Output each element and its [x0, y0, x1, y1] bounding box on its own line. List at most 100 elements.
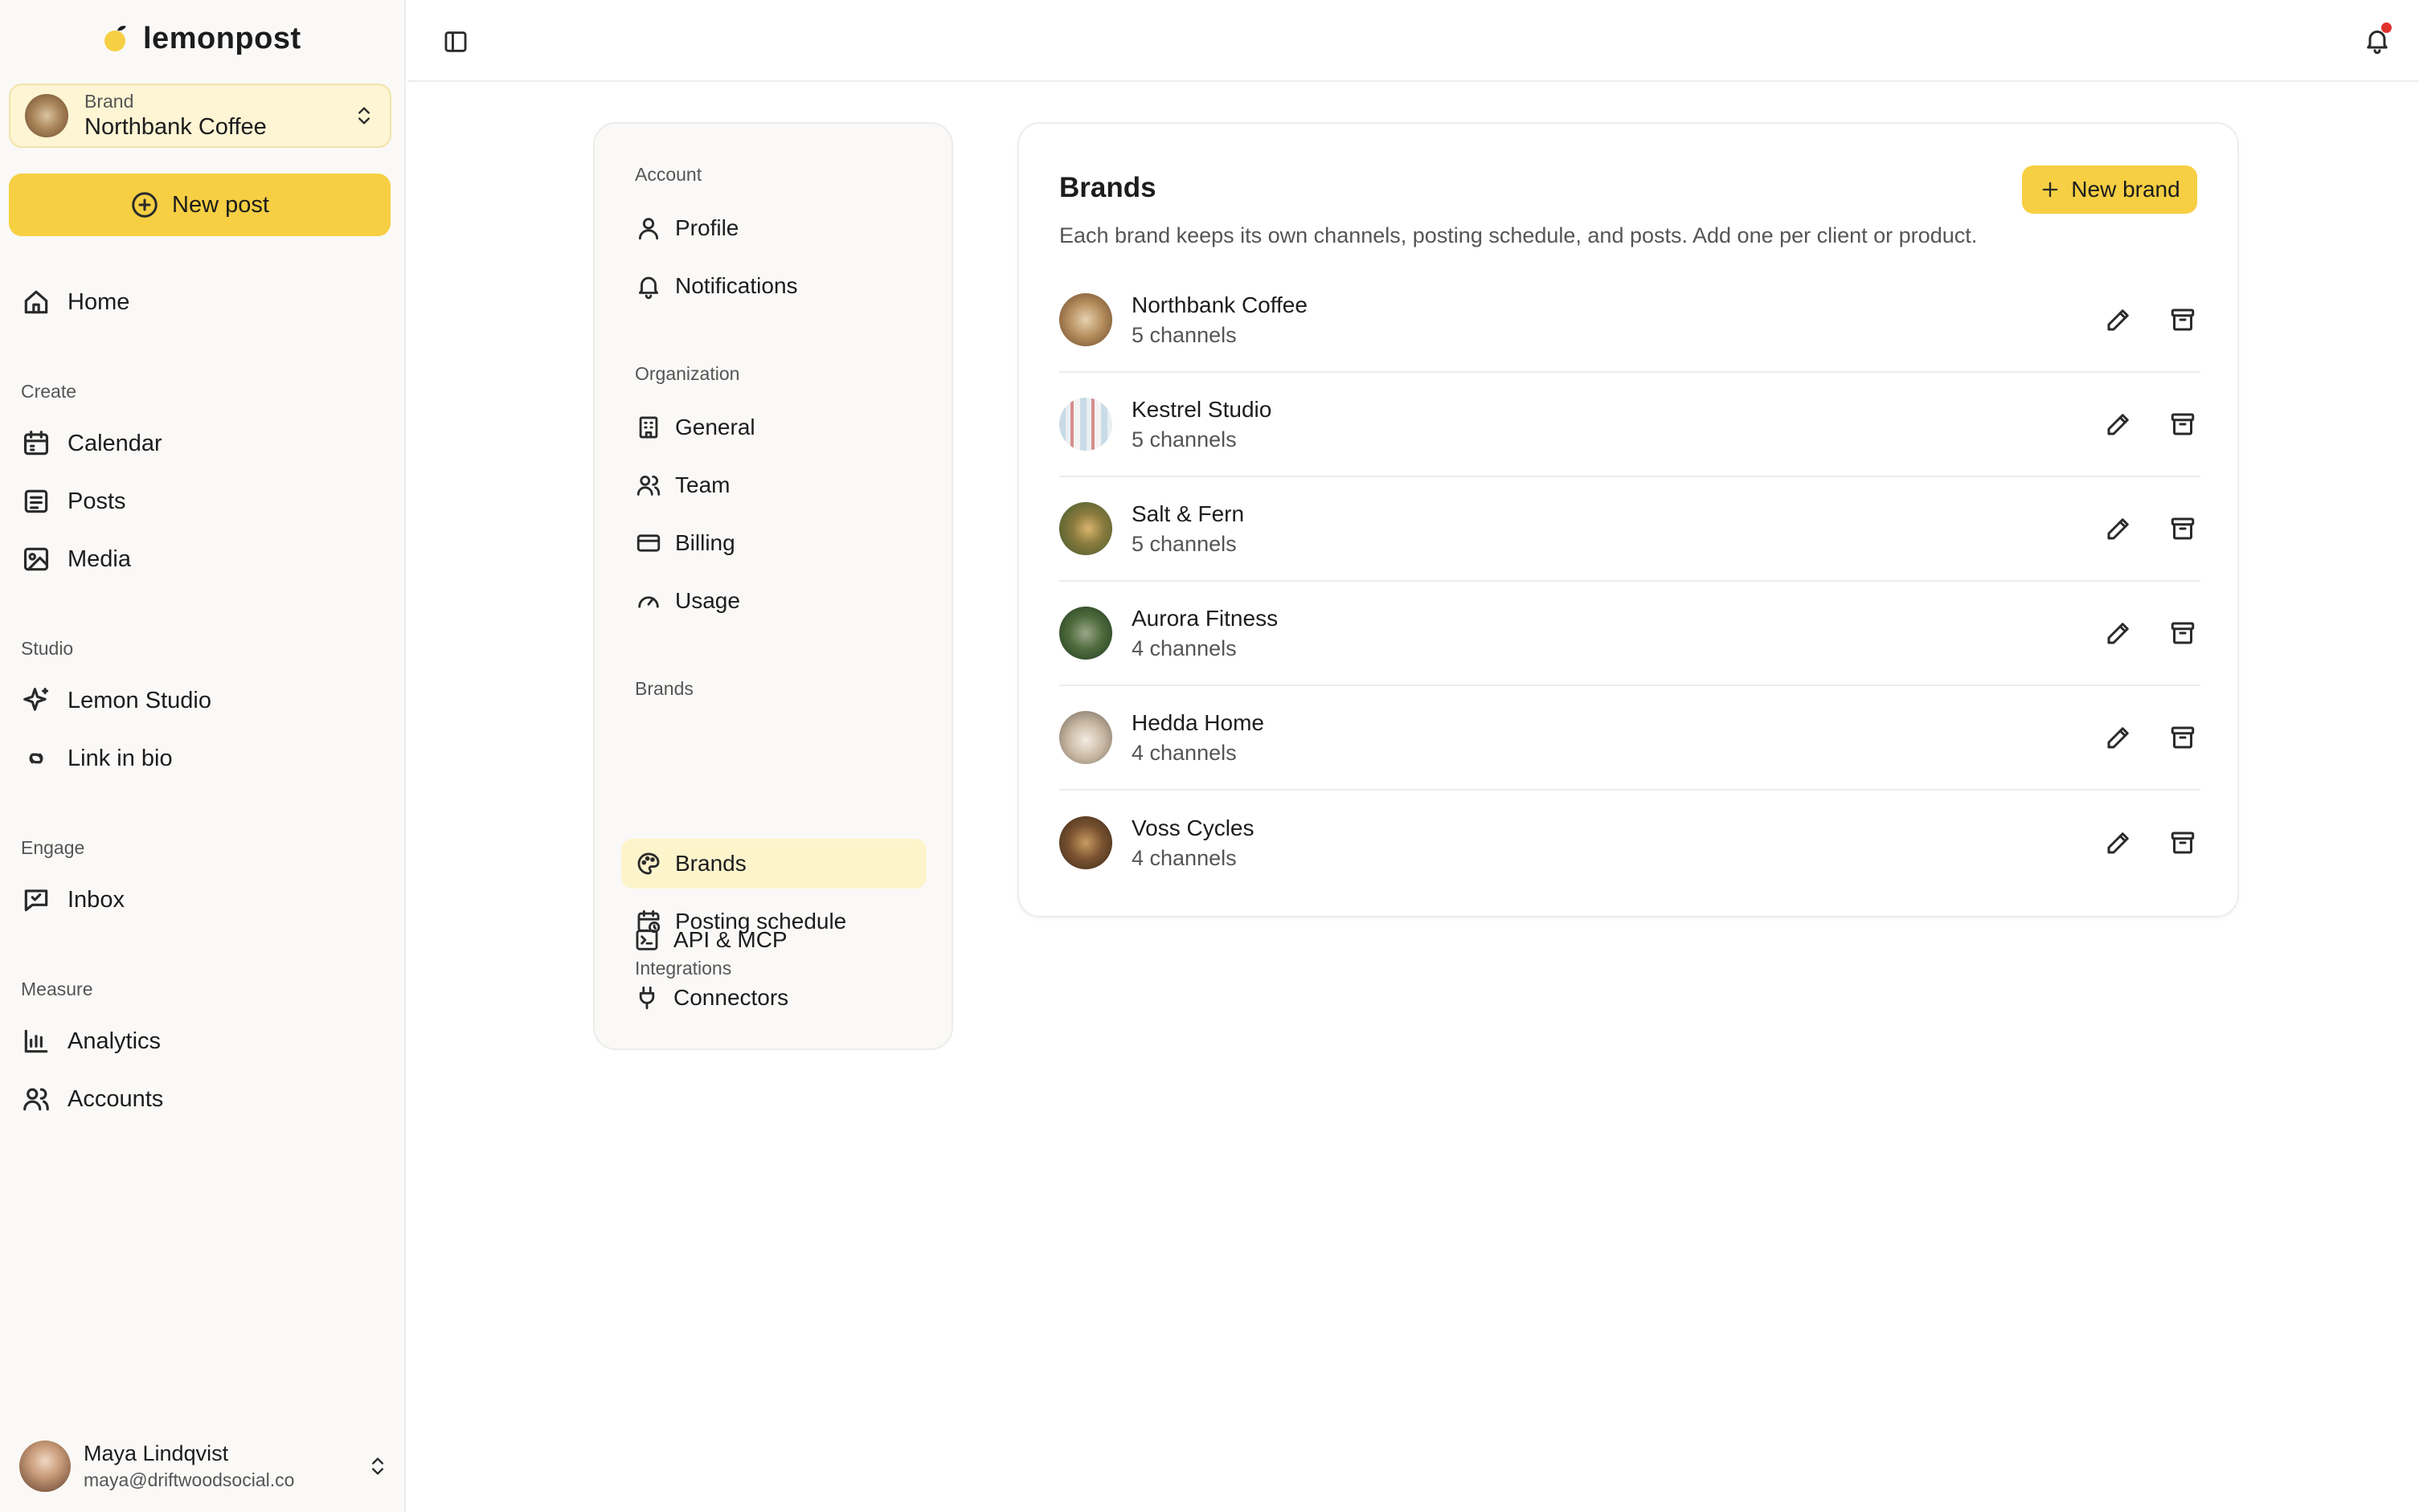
lemon-icon: [104, 26, 126, 51]
settings-item-label: Notifications: [675, 273, 798, 298]
brand-row[interactable]: Hedda Home 4 channels: [1059, 686, 2200, 791]
panel-left-icon: [444, 31, 467, 52]
top-bar: [407, 0, 2419, 82]
edit-brand-button[interactable]: [2101, 720, 2136, 755]
sidebar-item-analytics[interactable]: Analytics: [21, 1019, 161, 1064]
sidebar-item-label: Lemon Studio: [68, 687, 211, 713]
sidebar-item-label: Media: [68, 546, 131, 572]
archive-brand-button[interactable]: [2165, 720, 2200, 755]
link-icon: [29, 753, 43, 764]
archive-brand-button[interactable]: [2165, 302, 2200, 337]
brand-avatar: [1059, 711, 1112, 764]
chevrons-up-down-icon: [358, 107, 370, 125]
settings-item-profile[interactable]: Profile: [635, 206, 739, 251]
edit-brand-button[interactable]: [2101, 511, 2136, 546]
bell-icon: [638, 276, 659, 300]
edit-brand-button[interactable]: [2101, 825, 2136, 860]
settings-item-api-mcp[interactable]: API & MCP: [633, 917, 788, 962]
brand-avatar: [1059, 293, 1112, 346]
archive-icon: [2171, 517, 2195, 540]
avatar: [19, 1440, 71, 1492]
brand-row[interactable]: Salt & Fern 5 channels: [1059, 477, 2200, 582]
sidebar-item-posts[interactable]: Posts: [21, 479, 126, 524]
settings-item-team[interactable]: Team: [635, 463, 730, 508]
app-logo[interactable]: lemonpost: [100, 19, 301, 58]
message-icon: [24, 889, 48, 912]
archive-brand-button[interactable]: [2165, 615, 2200, 651]
pencil-icon: [2107, 727, 2129, 749]
settings-group-brands: Brands: [635, 678, 694, 699]
settings-item-label: Connectors: [673, 985, 789, 1010]
building-icon: [639, 416, 658, 439]
calendar-icon: [23, 431, 49, 456]
archive-brand-button[interactable]: [2165, 825, 2200, 860]
plug-icon: [639, 986, 655, 1010]
sidebar-item-label: Accounts: [68, 1085, 164, 1112]
sidebar-item-inbox[interactable]: Inbox: [21, 877, 125, 922]
sidebar-group-studio: Studio: [21, 638, 74, 659]
sidebar-item-label: Link in bio: [68, 745, 173, 771]
brand-channels: 5 channels: [1132, 322, 1237, 347]
notifications-button[interactable]: [2356, 19, 2398, 61]
sidebar-item-label: Analytics: [68, 1028, 162, 1054]
brand-row[interactable]: Northbank Coffee 5 channels: [1059, 268, 2200, 373]
archive-icon: [2171, 309, 2195, 331]
settings-nav: Account Profile Notifications Organizati…: [593, 122, 953, 1050]
archive-brand-button[interactable]: [2165, 511, 2200, 546]
pencil-icon: [2107, 832, 2129, 854]
sparkle-icon: [23, 688, 49, 711]
bar-chart-icon: [24, 1029, 48, 1053]
archive-icon: [2171, 832, 2195, 854]
sidebar-item-label: Calendar: [68, 430, 162, 456]
sidebar-item-media[interactable]: Media: [21, 537, 131, 582]
sidebar-item-calendar[interactable]: Calendar: [21, 421, 162, 466]
brand-switcher-value: Northbank Coffee: [84, 114, 267, 140]
sidebar-item-accounts[interactable]: Accounts: [21, 1077, 163, 1122]
user-menu[interactable]: Maya Lindqvist maya@driftwoodsocial.co: [19, 1438, 389, 1494]
settings-item-billing[interactable]: Billing: [635, 521, 735, 566]
credit-card-icon: [636, 534, 661, 552]
settings-item-usage[interactable]: Usage: [635, 578, 740, 623]
brand-row[interactable]: Voss Cycles 4 channels: [1059, 791, 2200, 895]
brand-row[interactable]: Aurora Fitness 4 channels: [1059, 582, 2200, 686]
brand-row[interactable]: Kestrel Studio 5 channels: [1059, 373, 2200, 477]
sidebar-item-label: Inbox: [68, 886, 125, 913]
new-brand-button[interactable]: New brand: [2022, 166, 2197, 214]
edit-brand-button[interactable]: [2101, 302, 2136, 337]
settings-item-connectors[interactable]: Connectors: [633, 975, 788, 1020]
user-email: maya@driftwoodsocial.co: [84, 1469, 295, 1490]
brand-switcher[interactable]: Brand Northbank Coffee: [9, 84, 391, 148]
edit-brand-button[interactable]: [2101, 615, 2136, 651]
sidebar-item-lemon-studio[interactable]: Lemon Studio: [21, 678, 211, 723]
notification-badge: [2381, 22, 2392, 33]
home-icon: [24, 290, 48, 314]
brand-channels: 4 channels: [1132, 635, 1237, 660]
settings-item-notifications[interactable]: Notifications: [635, 264, 798, 309]
sidebar-group-measure: Measure: [21, 979, 93, 999]
settings-group-account: Account: [635, 164, 702, 185]
pencil-icon: [2107, 623, 2129, 644]
page-title: Brands: [1059, 172, 1156, 203]
settings-item-label: Brands: [675, 851, 747, 876]
settings-item-brands[interactable]: Brands: [635, 841, 747, 886]
settings-item-label: API & MCP: [673, 927, 788, 952]
settings-item-general[interactable]: General: [635, 405, 755, 450]
brand-channels: 4 channels: [1132, 740, 1237, 765]
sidebar-item-home[interactable]: Home: [21, 280, 129, 325]
brands-card: Brands New brand Each brand keeps its ow…: [1017, 122, 2239, 917]
sidebar-group-create: Create: [21, 381, 77, 402]
sidebar-item-link-in-bio[interactable]: Link in bio: [21, 736, 173, 781]
new-post-button[interactable]: New post: [9, 174, 391, 236]
chevrons-up-down-icon: [372, 1457, 383, 1475]
archive-icon: [2171, 413, 2195, 435]
edit-brand-button[interactable]: [2101, 407, 2136, 442]
brand-name: Voss Cycles: [1132, 815, 1255, 840]
archive-brand-button[interactable]: [2165, 407, 2200, 442]
pencil-icon: [2107, 518, 2129, 540]
settings-item-label: Billing: [675, 530, 735, 555]
user-icon: [638, 218, 659, 240]
sidebar-group-engage: Engage: [21, 837, 85, 858]
sidebar-toggle-button[interactable]: [436, 22, 475, 61]
pencil-icon: [2107, 414, 2129, 435]
brand-name: Northbank Coffee: [1132, 292, 1308, 317]
